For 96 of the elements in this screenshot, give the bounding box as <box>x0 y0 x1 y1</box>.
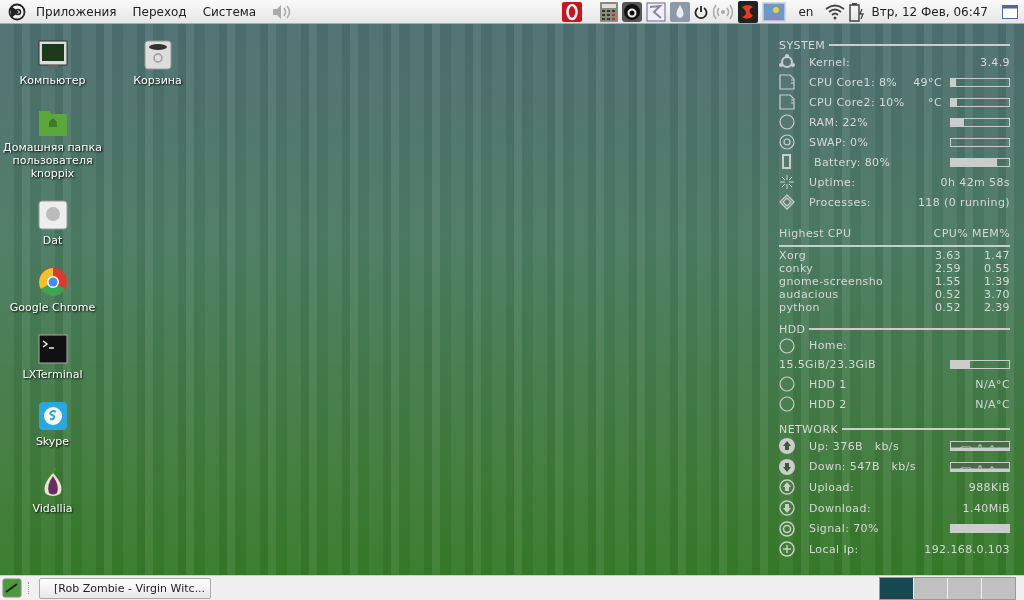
stat-value: 988KiB <box>968 481 1010 494</box>
usage-bar <box>950 360 1010 369</box>
process-name: audacious <box>779 288 840 301</box>
wifi-icon[interactable] <box>825 3 846 20</box>
stat-value: 1.40MiB <box>962 501 1010 515</box>
stat-label: Home: <box>809 339 848 352</box>
power-icon[interactable] <box>694 4 709 19</box>
column-header: CPU% <box>933 226 968 240</box>
stat-label: Local Ip: <box>809 542 859 556</box>
ring-icon <box>779 396 795 412</box>
stat-label: Upload: <box>809 481 855 494</box>
cpu-value: 1.55 <box>933 275 961 288</box>
plus-icon <box>779 541 795 558</box>
section-title: HDD <box>779 322 806 336</box>
desktop-icon-label[interactable]: LXTerminal <box>22 368 83 381</box>
letter-o-icon[interactable] <box>562 1 583 22</box>
monitor-icon[interactable] <box>37 40 68 70</box>
stat-value: 118 (0 running) <box>917 195 1010 209</box>
cpu-value: 2.59 <box>933 262 961 275</box>
show-desktop-icon[interactable] <box>2 578 22 598</box>
temperature-value: 49°C <box>913 75 942 89</box>
usage-bar <box>950 97 1010 107</box>
desktop-icon-label[interactable]: Dat <box>42 234 63 247</box>
usage-bar <box>950 77 1010 87</box>
signal-bar <box>950 524 1010 534</box>
cpu-value: 0.52 <box>933 288 961 301</box>
stat-label: RAM: 22% <box>809 115 869 129</box>
stat-label: Down: 547B kb/s <box>809 460 916 474</box>
mem-value: 1.47 <box>982 249 1010 262</box>
clock[interactable]: Втр, 12 Фев, 06:47 <box>871 4 988 19</box>
stat-label: Processes: <box>809 195 871 209</box>
section-title: NETWORK <box>779 422 839 436</box>
workspace[interactable] <box>880 577 913 599</box>
trash-icon[interactable] <box>142 40 173 70</box>
stat-value: 192.168.0.103 <box>924 542 1010 556</box>
stat-label: Signal: 70% <box>809 522 879 536</box>
stat-label: Kernel: <box>809 55 851 69</box>
desktop-icon-label[interactable]: Skype <box>35 435 70 448</box>
temperature-value: °C <box>928 95 942 109</box>
ring-icon <box>779 114 795 130</box>
stat-value: N/A°C <box>975 397 1010 411</box>
target-icon <box>779 520 795 537</box>
stat-label: CPU Core2: 10% <box>809 95 905 109</box>
stat-value: 0h 42m 58s <box>940 175 1010 189</box>
stat-label: SWAP: 0% <box>809 135 869 149</box>
process-name: gnome-screensho <box>779 275 885 288</box>
window-icon[interactable] <box>1002 4 1018 19</box>
desktop-icon-label[interactable]: Корзина <box>133 74 182 87</box>
menu-item[interactable]: Система <box>202 4 257 19</box>
stat-label: Up: 376B kb/s <box>809 439 900 453</box>
calculator-icon[interactable] <box>600 1 619 22</box>
stat-label: HDD 1 <box>809 377 847 391</box>
stat-label: Battery: 80% <box>814 155 891 169</box>
usage-bar <box>950 117 1010 127</box>
stat-label: HDD 2 <box>809 397 847 411</box>
usage-bar <box>950 157 1010 167</box>
menu-item[interactable]: Переход <box>132 4 187 19</box>
desktop-icon-label[interactable]: Google Chrome <box>9 301 96 314</box>
process-name: python <box>779 301 821 314</box>
stat-label: CPU Core1: 8% <box>809 75 898 89</box>
menu-logo-icon[interactable] <box>8 2 26 21</box>
ring-icon <box>779 337 795 354</box>
disk-usage: 15.5GiB/23.3GiB <box>779 358 876 371</box>
chip-icon <box>779 94 795 110</box>
desktop-icon-label[interactable]: Vidallia <box>32 502 73 515</box>
cpu-value: 3.63 <box>933 249 961 262</box>
stat-value: 3.4.9 <box>980 55 1010 69</box>
stat-value: N/A°C <box>975 377 1010 391</box>
section-title: Highest CPU <box>779 226 853 240</box>
disc-icon <box>779 134 795 150</box>
section-title: SYSTEM <box>779 38 826 52</box>
traffic-graph <box>950 461 1010 472</box>
mem-value: 0.55 <box>982 262 1010 275</box>
chip-icon <box>779 74 795 90</box>
process-name: conky <box>779 262 815 275</box>
ring-icon <box>779 376 795 392</box>
burst-icon <box>779 174 795 190</box>
stat-label: Download: <box>809 501 871 515</box>
desktop-icon-label[interactable]: Компьютер <box>19 74 86 87</box>
menu-item[interactable]: Приложения <box>36 4 117 19</box>
traffic-graph <box>950 441 1010 452</box>
swirl-icon[interactable] <box>738 0 759 23</box>
mem-value: 3.70 <box>982 288 1010 301</box>
desktop-icon-label[interactable]: Домашняя папка пользователя knoppix <box>2 141 103 180</box>
cpu-value: 0.52 <box>933 301 961 314</box>
mem-value: 2.39 <box>982 301 1010 314</box>
diamond-icon <box>779 194 795 210</box>
column-header: MEM% <box>972 226 1010 240</box>
battery-icon[interactable] <box>849 1 866 22</box>
stat-label: Uptime: <box>809 175 856 189</box>
term-icon[interactable] <box>37 334 68 364</box>
process-name: Xorg <box>779 249 808 262</box>
taskbar-button[interactable]: [Rob Zombie - Virgin Witc... <box>39 577 211 599</box>
gear-icon <box>779 54 795 70</box>
mem-value: 1.39 <box>982 275 1010 288</box>
keyboard-layout-indicator[interactable]: en <box>798 4 814 19</box>
